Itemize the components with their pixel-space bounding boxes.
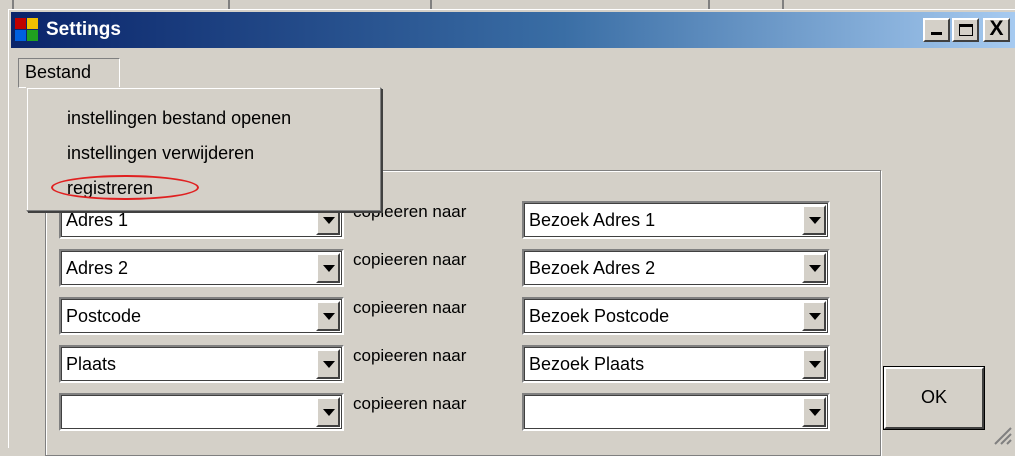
- mapping-row: Postcode copieeren naar Bezoek Postcode: [46, 297, 880, 337]
- source-value: Adres 2: [66, 258, 129, 278]
- target-combobox[interactable]: Bezoek Adres 1: [522, 201, 830, 239]
- title-bar[interactable]: Settings X: [11, 12, 1015, 48]
- chevron-down-icon[interactable]: [802, 253, 826, 283]
- copy-to-label: copieeren naar: [353, 346, 467, 365]
- mapping-row: Adres 2 copieeren naar Bezoek Adres 2: [46, 249, 880, 289]
- chevron-down-icon[interactable]: [802, 349, 826, 379]
- target-combobox[interactable]: Bezoek Adres 2: [522, 249, 830, 287]
- highlight-annotation: [51, 175, 199, 200]
- resize-grip-icon[interactable]: [990, 423, 1012, 445]
- window-controls: X: [923, 17, 1010, 42]
- menu-item-delete-settings[interactable]: instellingen verwijderen: [67, 141, 254, 165]
- copy-to-label: copieeren naar: [353, 394, 467, 413]
- chevron-down-icon[interactable]: [802, 301, 826, 331]
- maximize-button[interactable]: [952, 18, 979, 42]
- background-divider: [782, 0, 784, 9]
- mapping-row: copieeren naar: [46, 393, 880, 433]
- close-button[interactable]: X: [983, 17, 1010, 42]
- source-combobox[interactable]: Adres 2: [59, 249, 344, 287]
- chevron-down-icon[interactable]: [316, 349, 340, 379]
- menu-bestand[interactable]: Bestand: [18, 58, 120, 88]
- target-value: Bezoek Plaats: [529, 354, 645, 374]
- chevron-down-icon[interactable]: [802, 397, 826, 427]
- source-combobox[interactable]: [59, 393, 344, 431]
- menu-item-open-settings-file[interactable]: instellingen bestand openen: [67, 106, 291, 130]
- ok-button[interactable]: OK: [883, 366, 985, 430]
- source-value: Postcode: [66, 306, 142, 326]
- mapping-groupbox: Adres 1 copieeren naar Bezoek Adres 1 Ad…: [45, 170, 881, 456]
- mapping-row: Plaats copieeren naar Bezoek Plaats: [46, 345, 880, 385]
- source-value: Adres 1: [66, 210, 129, 230]
- bestand-dropdown-menu: instellingen bestand openen instellingen…: [26, 87, 381, 211]
- source-combobox[interactable]: Plaats: [59, 345, 344, 383]
- copy-to-label: copieeren naar: [353, 298, 467, 317]
- chevron-down-icon[interactable]: [802, 205, 826, 235]
- chevron-down-icon[interactable]: [316, 301, 340, 331]
- minimize-button[interactable]: [923, 18, 950, 42]
- copy-to-label: copieeren naar: [353, 250, 467, 269]
- background-divider: [708, 0, 710, 9]
- target-combobox[interactable]: [522, 393, 830, 431]
- background-divider: [430, 0, 432, 9]
- close-icon: X: [989, 17, 1004, 40]
- minimize-icon: [931, 32, 942, 35]
- target-value: Bezoek Adres 2: [529, 258, 656, 278]
- target-combobox[interactable]: Bezoek Plaats: [522, 345, 830, 383]
- window-title: Settings: [46, 19, 121, 40]
- settings-window: Settings X Bestand Adres 1 copieeren naa…: [8, 9, 1015, 456]
- background-divider: [12, 0, 14, 9]
- source-value: Plaats: [66, 354, 117, 374]
- chevron-down-icon[interactable]: [316, 397, 340, 427]
- target-combobox[interactable]: Bezoek Postcode: [522, 297, 830, 335]
- background-divider: [228, 0, 230, 9]
- source-combobox[interactable]: Postcode: [59, 297, 344, 335]
- maximize-icon: [959, 24, 973, 36]
- target-value: Bezoek Adres 1: [529, 210, 656, 230]
- target-value: Bezoek Postcode: [529, 306, 670, 326]
- app-icon[interactable]: [15, 18, 39, 42]
- chevron-down-icon[interactable]: [316, 253, 340, 283]
